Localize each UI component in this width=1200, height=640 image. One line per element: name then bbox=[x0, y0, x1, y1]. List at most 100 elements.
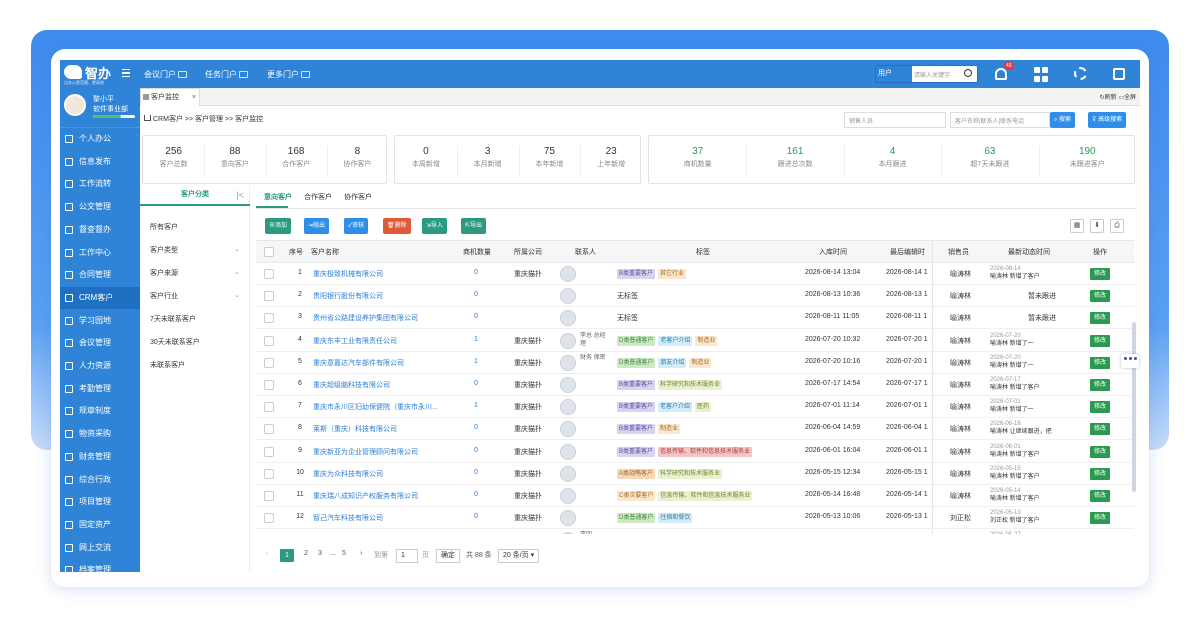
customer-name-link[interactable]: 重庆意嘉达汽车部件有限公司 bbox=[313, 358, 458, 368]
select-all-checkbox[interactable] bbox=[264, 247, 274, 257]
search-scope-select[interactable]: 用户 bbox=[876, 66, 912, 82]
customer-name-link[interactable]: 重庆瑞八成知识产权服务有限公司 bbox=[313, 491, 458, 501]
sales-person-input[interactable]: 销售人员 bbox=[844, 112, 946, 128]
opportunity-count[interactable]: 0 bbox=[474, 447, 478, 454]
sidebar-item[interactable]: 网上交流 bbox=[60, 537, 140, 559]
row-checkbox[interactable] bbox=[264, 424, 274, 435]
customer-name-link[interactable]: 重庆超级脑科技有限公司 bbox=[313, 380, 458, 390]
tab-collaborative-customer[interactable]: 协作客户 bbox=[344, 192, 372, 202]
row-checkbox[interactable] bbox=[264, 269, 274, 279]
opportunity-count[interactable]: 1 bbox=[474, 358, 478, 365]
sidebar-item[interactable]: 会议管理 bbox=[60, 332, 140, 354]
edit-button[interactable]: 修改 bbox=[1090, 423, 1110, 436]
customer-name-link[interactable]: 贵阳银行股份有限公司 bbox=[313, 291, 458, 301]
customer-name-link[interactable]: 重庆新亚为企业管理顾问有限公司 bbox=[313, 447, 458, 457]
nav-task-portal[interactable]: 任务门户 bbox=[205, 69, 248, 80]
throw-out-button[interactable]: ⇥抛出 bbox=[304, 218, 330, 234]
sidebar-item[interactable]: 档案管理 bbox=[60, 559, 140, 572]
review-button[interactable]: ✓审核 bbox=[344, 218, 369, 234]
stat-item[interactable]: 168 合作客户 bbox=[266, 146, 327, 169]
row-checkbox[interactable] bbox=[264, 491, 274, 501]
row-checkbox[interactable] bbox=[264, 313, 274, 324]
contact-avatar[interactable] bbox=[560, 310, 576, 327]
sidebar-item[interactable]: 信息发布 bbox=[60, 151, 140, 173]
opportunity-count[interactable]: 0 bbox=[474, 424, 478, 431]
edit-button[interactable]: 修改 bbox=[1090, 312, 1110, 325]
goto-confirm-button[interactable]: 确定 bbox=[436, 549, 460, 563]
global-search[interactable]: 用户 请输入关键字 bbox=[875, 65, 978, 83]
opportunity-count[interactable]: 0 bbox=[474, 513, 478, 520]
advanced-search-button[interactable]: ⊽ 高级搜索 bbox=[1088, 112, 1127, 128]
opportunity-count[interactable]: 0 bbox=[474, 313, 478, 320]
add-button[interactable]: ⊕添加 bbox=[265, 218, 292, 234]
customer-search-input[interactable]: 客户名称|联系人|联系电话 bbox=[950, 112, 1050, 128]
edit-button[interactable]: 修改 bbox=[1090, 445, 1110, 458]
stat-item[interactable]: 88 意向客户 bbox=[204, 146, 265, 169]
table-scrollbar[interactable] bbox=[1132, 322, 1136, 492]
row-checkbox[interactable] bbox=[264, 468, 274, 479]
contact-avatar[interactable] bbox=[560, 532, 576, 534]
row-checkbox[interactable] bbox=[264, 380, 274, 390]
download-icon[interactable]: ⬇ bbox=[1090, 219, 1104, 233]
category-item[interactable]: 未联系客户 bbox=[150, 360, 240, 370]
edit-button[interactable]: 修改 bbox=[1090, 290, 1110, 303]
customer-name-link[interactable]: 重庆东丰工业有限责任公司 bbox=[313, 336, 458, 346]
sidebar-item[interactable]: 学习园地 bbox=[60, 310, 140, 332]
sidebar-item[interactable]: 人力资源 bbox=[60, 355, 140, 377]
edit-button[interactable]: 修改 bbox=[1090, 467, 1110, 480]
contact-avatar[interactable] bbox=[560, 266, 576, 282]
row-checkbox[interactable] bbox=[264, 513, 274, 524]
opportunity-count[interactable]: 1 bbox=[474, 402, 478, 409]
delete-button[interactable]: 🗑删除 bbox=[383, 218, 411, 234]
stat-item[interactable]: 256 客户总数 bbox=[143, 146, 204, 169]
opportunity-count[interactable]: 0 bbox=[474, 380, 478, 387]
contact-avatar[interactable] bbox=[560, 399, 576, 416]
sidebar-item[interactable]: 固定资产 bbox=[60, 514, 140, 536]
opportunity-count[interactable]: 1 bbox=[474, 336, 478, 343]
menu-toggle-icon[interactable] bbox=[122, 69, 130, 77]
edit-button[interactable]: 修改 bbox=[1090, 356, 1110, 369]
assistant-bot-icon[interactable] bbox=[1121, 354, 1139, 368]
page-size-select[interactable]: 20 条/页 ▾ bbox=[498, 549, 540, 563]
customer-name-link[interactable]: 重庆极致机械有限公司 bbox=[313, 269, 458, 279]
sidebar-item[interactable]: 项目管理 bbox=[60, 491, 140, 513]
search-icon[interactable] bbox=[964, 69, 972, 77]
avatar[interactable] bbox=[64, 94, 86, 116]
row-checkbox[interactable] bbox=[264, 446, 274, 457]
search-input[interactable]: 请输入关键字 bbox=[914, 70, 950, 79]
row-checkbox[interactable] bbox=[264, 357, 274, 368]
edit-button[interactable]: 修改 bbox=[1090, 490, 1110, 502]
customer-name-link[interactable]: 贵州省公路建设养护集团有限公司 bbox=[313, 313, 458, 323]
contact-avatar[interactable] bbox=[560, 465, 576, 482]
sidebar-item[interactable]: 物资采购 bbox=[60, 423, 140, 445]
edit-button[interactable]: 修改 bbox=[1090, 512, 1110, 525]
sidebar-item[interactable]: 综合行政 bbox=[60, 469, 140, 491]
bell-icon[interactable] bbox=[995, 68, 1007, 80]
tab-intention-customer[interactable]: 意向客户 bbox=[264, 192, 292, 202]
prev-page-button[interactable]: ‹ bbox=[266, 550, 268, 557]
stat-item[interactable]: 75 本年新增 bbox=[519, 146, 581, 169]
category-item[interactable]: 30天未联系客户 bbox=[150, 337, 240, 347]
stat-item[interactable]: 63 超7天未跟进 bbox=[941, 146, 1038, 169]
stat-item[interactable]: 37 商机数量 bbox=[649, 146, 746, 169]
opportunity-count[interactable]: 0 bbox=[474, 469, 478, 476]
stat-item[interactable]: 4 本月跟进 bbox=[844, 146, 941, 169]
sidebar-item[interactable]: 考勤管理 bbox=[60, 378, 140, 400]
sidebar-item[interactable]: CRM客户 bbox=[60, 286, 140, 309]
stat-item[interactable]: 3 本月新增 bbox=[457, 146, 519, 169]
goto-input[interactable]: 1 bbox=[396, 549, 418, 563]
tab-customer-monitor[interactable]: 客户监控 × bbox=[140, 88, 200, 106]
stat-item[interactable]: 8 协作客户 bbox=[327, 146, 388, 169]
sidebar-item[interactable]: 个人办公 bbox=[60, 128, 140, 150]
search-button[interactable]: ⌕ 搜索 bbox=[1050, 112, 1076, 128]
customer-name-link[interactable]: 莱斯（重庆）科技有限公司 bbox=[313, 424, 458, 434]
home-icon[interactable] bbox=[144, 115, 151, 121]
sidebar-item[interactable]: 规章制度 bbox=[60, 400, 140, 422]
edit-button[interactable]: 修改 bbox=[1090, 268, 1110, 280]
sidebar-item[interactable]: 公文管理 bbox=[60, 196, 140, 218]
category-item[interactable]: 客户来源 ⌄ bbox=[150, 268, 240, 278]
sidebar-item[interactable]: 工作流转 bbox=[60, 173, 140, 195]
fullscreen-button[interactable]: ▭全屏 bbox=[1118, 95, 1136, 101]
nav-more-portal[interactable]: 更多门户 bbox=[267, 69, 310, 80]
refresh-button[interactable]: ↻刷新 bbox=[1100, 95, 1117, 101]
